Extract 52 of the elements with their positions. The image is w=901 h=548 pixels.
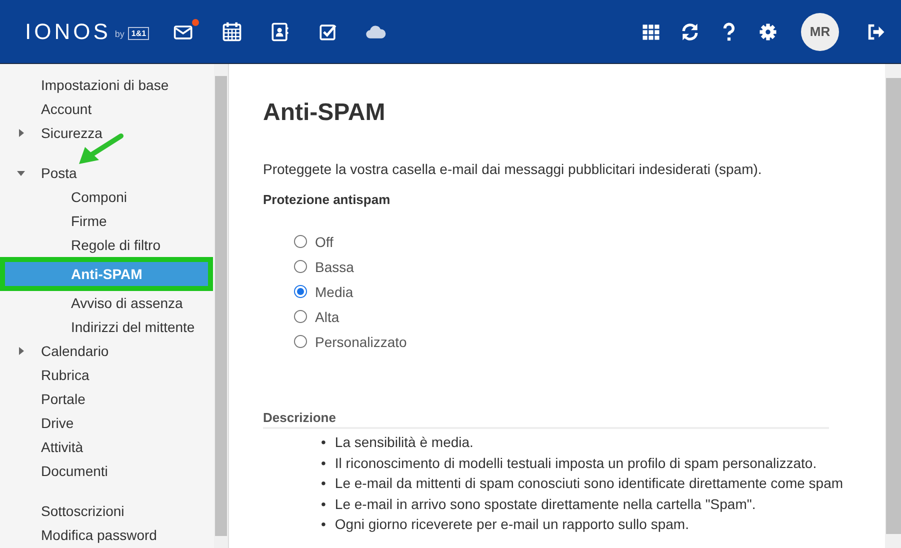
scrollbar[interactable]: [885, 64, 901, 548]
section-label: Protezione antispam: [263, 192, 392, 207]
logo-by: by: [114, 29, 124, 39]
radio-button[interactable]: [294, 260, 307, 273]
sidebar-item[interactable]: Modifica password: [0, 523, 214, 547]
expand-icon[interactable]: [16, 346, 26, 356]
radio-button[interactable]: [294, 335, 307, 348]
description-item: Le e-mail da mittenti di spam conosciuti sono identificate direttamente come spam: [334, 474, 844, 493]
bullet: •: [321, 433, 326, 452]
sidebar-item[interactable]: Impostazioni di base: [0, 73, 214, 97]
sidebar-item[interactable]: Documenti: [0, 459, 214, 483]
description-item: Ogni giorno riceverete per e-mail un rapporto sullo spam.: [334, 515, 690, 534]
sidebar-item[interactable]: Posta: [0, 161, 214, 185]
bullet: •: [321, 474, 326, 493]
sidebar-item[interactable]: Portale: [0, 387, 214, 411]
bullet: •: [321, 515, 326, 534]
radio-label[interactable]: Personalizzato: [315, 334, 407, 350]
user-avatar[interactable]: MR: [801, 12, 839, 50]
section-heading: Descrizione: [263, 410, 829, 429]
radio-label[interactable]: Bassa: [315, 258, 354, 274]
sidebar-item[interactable]: Calendario: [0, 339, 214, 363]
radio-label[interactable]: Alta: [315, 308, 340, 324]
scrollbar[interactable]: [214, 64, 228, 548]
sidebar-item[interactable]: Regole di filtro: [0, 233, 214, 257]
intro-text: Proteggete la vostra casella e-mail dai messaggi pubblicitari indesiderati (spam).: [263, 160, 763, 178]
logo[interactable]: IONOS: [25, 18, 111, 44]
expand-icon[interactable]: [16, 168, 26, 178]
bullet: •: [321, 454, 326, 472]
description-item: Le e-mail in arrivo sono spostate direttamente nella cartella "Spam".: [334, 494, 757, 514]
sidebar-item[interactable]: Sottoscrizioni: [0, 499, 214, 523]
sidebar-item[interactable]: Sicurezza: [0, 121, 214, 145]
page-title: Anti-SPAM: [263, 98, 386, 128]
sidebar-item[interactable]: Indirizzi del mittente: [0, 315, 214, 339]
calendar-icon[interactable]: [221, 20, 243, 42]
sidebar-item[interactable]: Drive: [0, 411, 214, 435]
radio-button[interactable]: [294, 285, 307, 298]
radio-label[interactable]: Media: [315, 284, 354, 300]
sidebar-item[interactable]: Componi: [0, 185, 214, 209]
sidebar-item[interactable]: Rubrica: [0, 363, 214, 387]
expand-icon[interactable]: [16, 128, 26, 138]
radio-label[interactable]: Off: [315, 234, 334, 250]
sidebar-item[interactable]: Attività: [0, 435, 214, 459]
bullet: •: [321, 494, 326, 514]
sidebar-item[interactable]: Firme: [0, 209, 214, 233]
sidebar-item[interactable]: Account: [0, 97, 214, 121]
description-item: Il riconoscimento di modelli testuali imposta un profilo di spam personalizzato.: [334, 454, 818, 472]
radio-button[interactable]: [294, 235, 307, 248]
radio-button[interactable]: [294, 310, 307, 323]
sidebar-item[interactable]: Avviso di assenza: [0, 291, 214, 315]
logo-brand: 1&1: [128, 27, 150, 40]
description-item: La sensibilità è media.: [334, 433, 474, 452]
contacts-icon[interactable]: [269, 20, 291, 42]
